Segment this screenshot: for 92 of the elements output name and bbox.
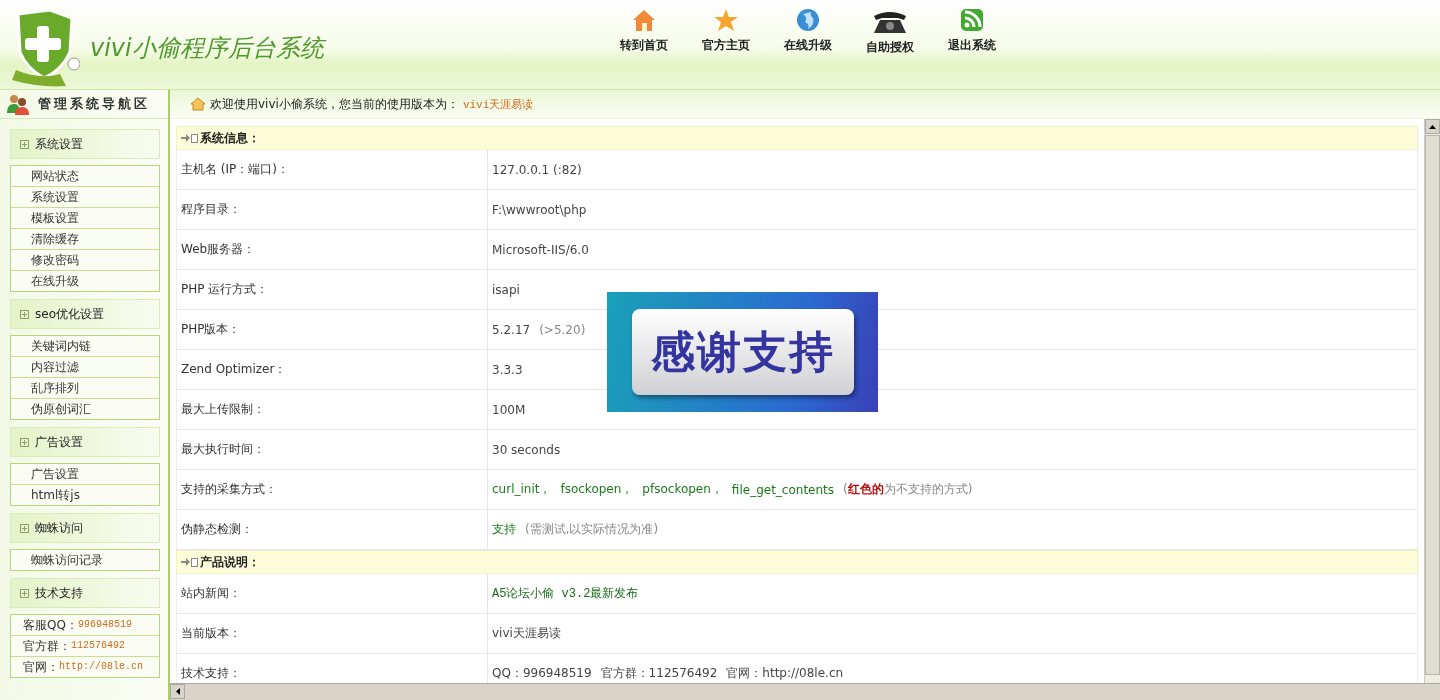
sidebar-item[interactable]: 内容过滤 bbox=[11, 357, 159, 378]
value-text: isapi bbox=[492, 282, 520, 297]
menu-group-header[interactable]: 广告设置 bbox=[10, 427, 160, 457]
expand-icon bbox=[20, 523, 29, 533]
section-title: 系统信息： bbox=[200, 129, 260, 147]
arrow-page-icon bbox=[181, 557, 198, 567]
contact-label: 官网： bbox=[23, 659, 59, 676]
rss-icon bbox=[960, 8, 984, 32]
row-label: 最大执行时间： bbox=[177, 430, 488, 469]
thanks-banner: 感谢支持 bbox=[607, 292, 878, 412]
row-label: 站内新闻： bbox=[177, 574, 488, 613]
value-text: Microsoft-IIS/6.0 bbox=[492, 242, 589, 257]
expand-icon bbox=[20, 588, 29, 598]
section-title: 产品说明： bbox=[200, 553, 260, 571]
users-icon bbox=[6, 93, 30, 115]
value-text: F:\wwwroot\php bbox=[492, 202, 587, 217]
value-text: 127.0.0.1 (:82) bbox=[492, 162, 582, 177]
up-arrow-icon bbox=[1429, 124, 1436, 129]
news-link[interactable]: A5论坛小偷 v3.2最新发布 bbox=[492, 585, 639, 602]
row-label: Zend Optimizer： bbox=[177, 350, 488, 389]
welcome-text: 欢迎使用vivi小偷系统，您当前的使用版本为： bbox=[210, 95, 459, 113]
contact-value: 112576492 bbox=[71, 639, 125, 653]
sidebar-item[interactable]: 伪原创词汇 bbox=[11, 399, 159, 419]
value-text: curl_init， bbox=[492, 481, 552, 498]
value-text: 3.3.3 bbox=[492, 362, 523, 377]
house-icon bbox=[190, 97, 206, 111]
row-label: 当前版本： bbox=[177, 614, 488, 653]
value-text: pfsockopen， bbox=[642, 481, 723, 498]
arrow-page-icon bbox=[181, 133, 198, 143]
sidebar-item[interactable]: 在线升级 bbox=[11, 271, 159, 291]
contact-value: http://08le.cn bbox=[59, 660, 143, 674]
version-text: vivi天涯易读 bbox=[462, 97, 534, 112]
menu-group-title: 广告设置 bbox=[35, 433, 83, 451]
row-label: PHP版本： bbox=[177, 310, 488, 349]
shield-logo-icon bbox=[10, 8, 80, 88]
sidebar-item[interactable]: 系统设置 bbox=[11, 187, 159, 208]
value-text: QQ：996948519 bbox=[492, 665, 592, 682]
sidebar-item[interactable]: 修改密码 bbox=[11, 250, 159, 271]
row-label: 主机名 (IP：端口)： bbox=[177, 150, 488, 189]
row-label: PHP 运行方式： bbox=[177, 270, 488, 309]
menu-group-header[interactable]: 系统设置 bbox=[10, 129, 160, 159]
nav-link[interactable]: 退出系统 bbox=[942, 8, 1002, 56]
menu-group-title: seo优化设置 bbox=[35, 305, 104, 323]
nav-link[interactable]: 转到首页 bbox=[614, 8, 674, 56]
note-text: (红色的为不支持的方式) bbox=[843, 481, 973, 498]
star-icon bbox=[713, 8, 739, 32]
menu-group-title: 蜘蛛访问 bbox=[35, 519, 83, 537]
globe-icon bbox=[795, 8, 821, 32]
sidebar-item[interactable]: html转js bbox=[11, 485, 159, 505]
nav-link[interactable]: 自助授权 bbox=[860, 8, 920, 56]
note-text: (需测试,以实际情况为准) bbox=[525, 521, 659, 538]
sidebar-item[interactable]: 乱序排列 bbox=[11, 378, 159, 399]
sidebar-item[interactable]: 清除缓存 bbox=[11, 229, 159, 250]
value-text: file_get_contents bbox=[731, 482, 835, 497]
nav-link[interactable]: 在线升级 bbox=[778, 8, 838, 56]
sidebar-item[interactable]: 关键词内链 bbox=[11, 336, 159, 357]
scroll-left-button[interactable] bbox=[170, 684, 185, 699]
sidebar-item[interactable]: 模板设置 bbox=[11, 208, 159, 229]
row-label: 支持的采集方式： bbox=[177, 470, 488, 509]
row-label: 伪静态检测： bbox=[177, 510, 488, 549]
value-text: vivi天涯易读 bbox=[492, 625, 561, 642]
nav-link[interactable]: 官方主页 bbox=[696, 8, 756, 56]
house-icon bbox=[631, 8, 657, 32]
contact-value: 996948519 bbox=[77, 618, 132, 632]
menu-group-title: 系统设置 bbox=[35, 135, 83, 153]
expand-icon bbox=[20, 437, 29, 447]
value-text: 100M bbox=[492, 402, 526, 417]
menu-group-title: 技术支持 bbox=[35, 584, 83, 602]
scroll-up-button[interactable] bbox=[1425, 119, 1440, 134]
expand-icon bbox=[20, 309, 29, 319]
value-text: fsockopen， bbox=[560, 481, 634, 498]
value-text: 5.2.17 bbox=[492, 322, 531, 337]
row-label: 程序目录： bbox=[177, 190, 488, 229]
contact-label: 客服QQ： bbox=[23, 617, 78, 634]
row-label: Web服务器： bbox=[177, 230, 488, 269]
menu-group-header[interactable]: seo优化设置 bbox=[10, 299, 160, 329]
value-text: 支持 bbox=[492, 521, 516, 538]
value-text: 官网：http://08le.cn bbox=[726, 665, 844, 682]
horizontal-scrollbar[interactable] bbox=[170, 683, 1440, 700]
expand-icon bbox=[20, 139, 29, 149]
left-arrow-icon bbox=[175, 688, 180, 695]
menu-group-header[interactable]: 蜘蛛访问 bbox=[10, 513, 160, 543]
menu-group-header[interactable]: 技术支持 bbox=[10, 578, 160, 608]
sidebar-item[interactable]: 蜘蛛访问记录 bbox=[11, 550, 159, 570]
value-text: 官方群：112576492 bbox=[600, 665, 718, 682]
sidebar-item[interactable]: 广告设置 bbox=[11, 464, 159, 485]
value-text: 30 seconds bbox=[492, 442, 561, 457]
sidebar-item[interactable]: 网站状态 bbox=[11, 166, 159, 187]
row-label: 最大上传限制： bbox=[177, 390, 488, 429]
sidebar-title: 管理系统导航区 bbox=[38, 95, 150, 113]
note-text: (>5.20) bbox=[539, 322, 586, 337]
contact-label: 官方群： bbox=[23, 638, 71, 655]
